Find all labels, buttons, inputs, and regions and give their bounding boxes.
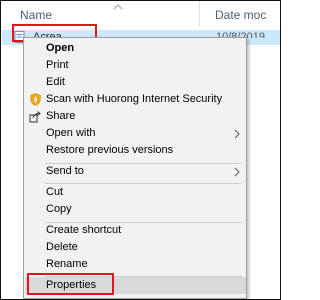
menu-item-label: Scan with Huorong Internet Security — [46, 93, 223, 105]
menu-item-label: Send to — [46, 165, 84, 177]
menu-item-cut[interactable]: Cut — [25, 184, 246, 201]
menu-item-label: Print — [46, 59, 69, 71]
column-header-date-modified[interactable]: Date moc — [215, 1, 266, 27]
menu-item-delete[interactable]: Delete — [25, 239, 246, 256]
menu-item-edit[interactable]: Edit — [25, 74, 246, 91]
menu-item-label: Restore previous versions — [46, 144, 174, 156]
explorer-window: Name Date moc Acrea 10/8/2019 Open Print… — [0, 0, 281, 300]
menu-item-restore-previous-versions[interactable]: Restore previous versions — [25, 142, 246, 159]
huorong-shield-icon — [30, 93, 41, 106]
column-divider[interactable] — [199, 1, 200, 26]
menu-item-share[interactable]: Share — [25, 108, 246, 125]
menu-item-open[interactable]: Open — [25, 40, 246, 57]
menu-item-label: Open — [46, 42, 75, 54]
menu-item-label: Copy — [46, 203, 72, 215]
sort-ascending-icon — [113, 4, 123, 10]
menu-item-label: Share — [46, 110, 76, 122]
menu-item-rename[interactable]: Rename — [25, 256, 246, 273]
menu-item-copy[interactable]: Copy — [25, 201, 246, 218]
properties-annotation-box — [27, 273, 114, 295]
share-icon — [29, 111, 41, 123]
menu-item-label: Cut — [46, 186, 64, 198]
menu-item-send-to[interactable]: Send to — [25, 163, 246, 180]
menu-item-print[interactable]: Print — [25, 57, 246, 74]
menu-item-label: Open with — [46, 127, 96, 139]
context-menu: Open Print Edit Scan with Huorong Intern… — [23, 37, 247, 299]
menu-item-create-shortcut[interactable]: Create shortcut — [25, 222, 246, 239]
menu-item-scan-huorong[interactable]: Scan with Huorong Internet Security — [25, 91, 246, 108]
menu-item-label: Delete — [46, 241, 78, 253]
chevron-right-icon — [234, 129, 240, 139]
menu-item-label: Create shortcut — [46, 224, 122, 236]
menu-item-label: Rename — [46, 258, 88, 270]
menu-item-open-with[interactable]: Open with — [25, 125, 246, 142]
chevron-right-icon — [234, 167, 240, 177]
menu-item-label: Edit — [46, 76, 65, 88]
